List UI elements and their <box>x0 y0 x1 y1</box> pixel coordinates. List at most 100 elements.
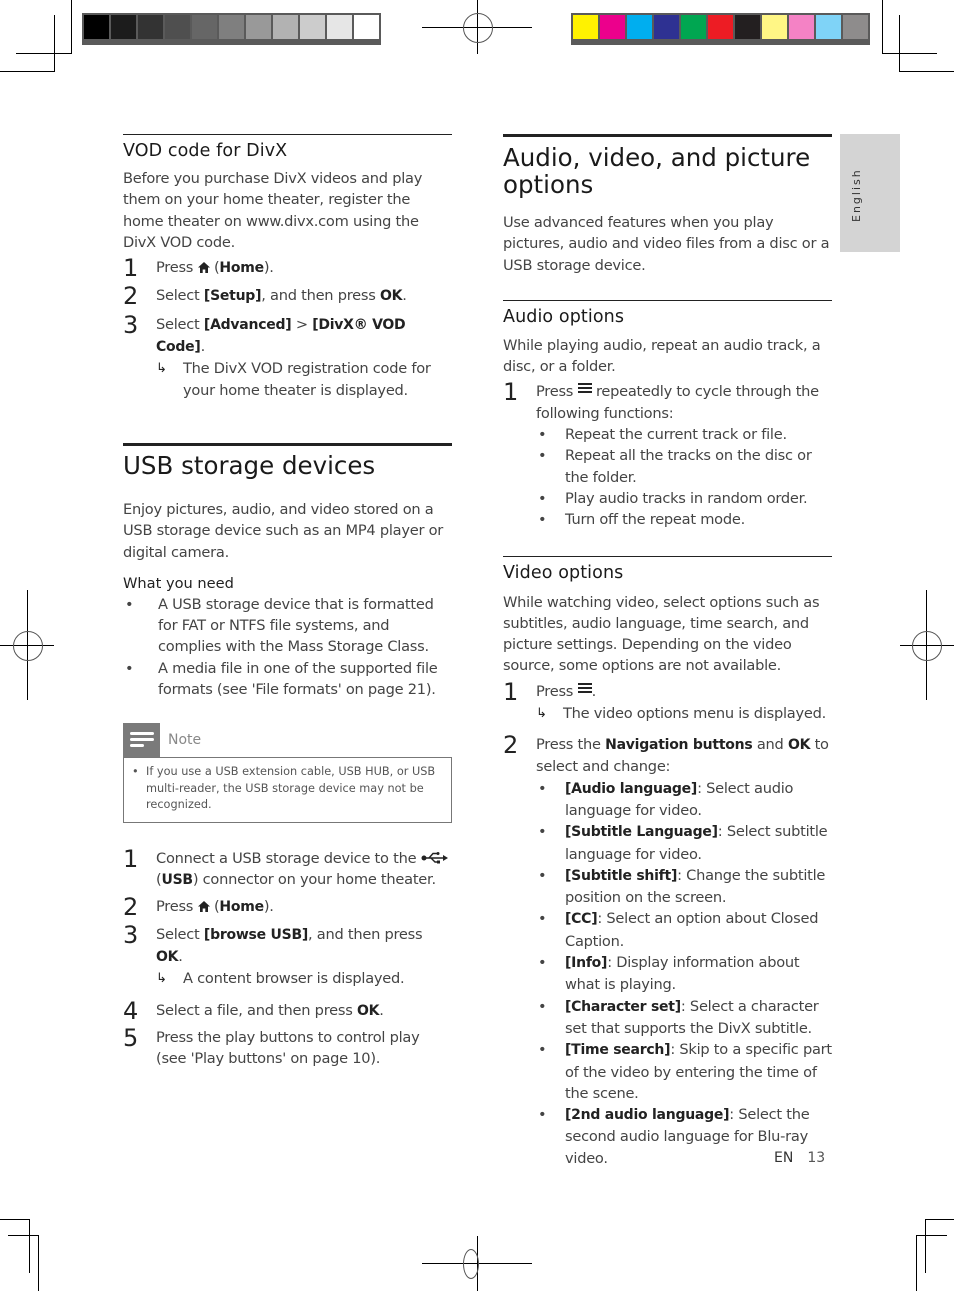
option-name: [CC] <box>565 911 598 928</box>
step-text: Press the play buttons to control play (… <box>156 1028 420 1068</box>
usb-step-5: 5 Press the play buttons to control play… <box>123 1023 452 1070</box>
usb-step-2: 2 Press (Home). <box>123 893 452 922</box>
video-step-1-result: ↳ The video options menu is displayed. <box>503 703 832 724</box>
step-number: 5 <box>123 1023 139 1052</box>
need-text: A USB storage device that is formatted f… <box>158 595 434 656</box>
video-option-item: • [Subtitle shift]: Change the subtitle p… <box>536 865 832 909</box>
step-text: ). <box>263 259 274 277</box>
bullet-icon: • <box>125 659 134 677</box>
step-number: 2 <box>123 893 139 922</box>
step-number: 1 <box>503 378 519 407</box>
usb-intro: Enjoy pictures, audio, and video stored … <box>123 500 444 561</box>
usb-icon <box>421 851 448 864</box>
step-text: Press <box>536 682 578 700</box>
video-step-2: 2 Press the Navigation buttons and OK to… <box>503 731 832 778</box>
setup-menu-label: [Setup] <box>203 288 262 305</box>
need-item: • A media file in one of the supported f… <box>123 658 452 701</box>
color-swatch <box>843 15 868 39</box>
option-description: : Select an option about Closed Caption. <box>565 910 819 950</box>
language-side-tab: English <box>840 134 900 252</box>
video-option-item: • [Character set]: Select a character set… <box>536 996 832 1040</box>
audio-intro: While playing audio, repeat an audio tra… <box>503 336 821 376</box>
step-text: ( <box>209 259 220 277</box>
step-number: 3 <box>123 920 139 949</box>
note-icon <box>123 723 160 758</box>
bullet-icon: • <box>125 595 134 613</box>
step-number: 2 <box>123 282 139 311</box>
step-text: , and then press <box>261 287 380 305</box>
step-text: Select <box>156 925 204 943</box>
need-item: • A USB storage device that is formatted… <box>123 594 452 658</box>
page-number: 13 <box>807 1150 826 1166</box>
video-option-item: • [Subtitle Language]: Select subtitle la… <box>536 821 832 865</box>
vod-intro: Before you purchase DivX videos and play… <box>123 170 423 251</box>
result-arrow-icon: ↳ <box>156 361 167 377</box>
usb-heading: USB storage devices <box>123 450 376 480</box>
step-text: . <box>200 338 206 356</box>
note-label: Note <box>168 732 202 749</box>
step-number: 2 <box>503 731 519 760</box>
usb-label: USB <box>161 872 193 889</box>
left-column: VOD code for DivX Before you purchase Di… <box>123 134 452 1070</box>
step-number: 4 <box>123 996 139 1025</box>
section-divider <box>503 134 832 137</box>
home-label: Home <box>219 899 264 916</box>
step-text: . <box>402 287 407 305</box>
color-swatch <box>708 15 733 39</box>
bullet-icon: • <box>538 779 547 797</box>
bullet-icon: • <box>538 910 547 928</box>
browse-usb-label: [browse USB] <box>203 926 309 943</box>
video-option-item: • [Audio language]: Select audio language… <box>536 778 832 822</box>
video-options-section: Video options While watching video, sele… <box>503 555 832 1169</box>
bullet-icon: • <box>538 997 547 1015</box>
color-swatch <box>816 15 841 39</box>
bullet-icon: • <box>538 823 547 841</box>
step-text: Select <box>156 315 204 333</box>
color-swatch <box>735 15 760 39</box>
color-swatch <box>789 15 814 39</box>
advanced-menu-label: [Advanced] <box>203 316 292 333</box>
options-menu-icon <box>577 681 592 695</box>
audio-options-heading: Audio options <box>503 306 625 327</box>
result-text: The DivX VOD registration code for your … <box>183 360 431 399</box>
color-swatch <box>354 15 379 39</box>
color-swatch <box>246 15 271 39</box>
section-divider <box>123 442 452 446</box>
usb-step-3: 3 Select [browse USB], and then press OK… <box>123 920 452 969</box>
step-text: Select <box>156 287 204 305</box>
vod-step-2: 2 Select [Setup], and then press OK. <box>123 282 452 311</box>
color-swatch <box>762 15 787 39</box>
result-arrow-icon: ↳ <box>156 971 167 987</box>
list-item-text: Turn off the repeat mode. <box>565 511 745 529</box>
option-name: [Info] <box>565 955 608 972</box>
step-text: Press the <box>536 736 606 754</box>
ok-label: OK <box>356 1002 380 1019</box>
options-heading: Audio, video, and picture options <box>503 143 811 199</box>
usb-step-4: 4 Select a file, and then press OK. <box>123 996 452 1025</box>
options-menu-icon <box>577 381 592 395</box>
video-step-1: 1 Press . <box>503 680 832 704</box>
step-number: 3 <box>123 310 139 339</box>
result-text: The video options menu is displayed. <box>563 704 827 722</box>
need-text: A media file in one of the supported fil… <box>158 659 438 699</box>
color-swatch <box>573 15 598 39</box>
step-text: Press <box>536 383 578 401</box>
usb-step-3-result: ↳ A content browser is displayed. <box>123 968 452 989</box>
language-code: EN <box>774 1150 794 1166</box>
color-swatch <box>219 15 244 39</box>
options-intro: Use advanced features when you play pict… <box>503 214 830 274</box>
audio-step-1: 1 Press repeatedly to cycle through the … <box>503 381 832 424</box>
bullet-icon: • <box>538 489 547 507</box>
list-item: • Turn off the repeat mode. <box>536 509 832 530</box>
color-swatch <box>273 15 298 39</box>
step-text: Press <box>156 898 198 916</box>
vod-heading: VOD code for DivX <box>123 141 288 161</box>
bullet-icon: • <box>538 866 547 884</box>
color-swatch <box>165 15 190 39</box>
step-text: ). <box>263 898 274 916</box>
bullet-icon: • <box>538 954 547 972</box>
video-option-item: • [Info]: Display information about what … <box>536 952 832 996</box>
bullet-icon: • <box>538 447 547 465</box>
bullet-icon: • <box>538 1106 547 1124</box>
usb-step-1: 1 Connect a USB storage device to the ((… <box>123 847 452 892</box>
